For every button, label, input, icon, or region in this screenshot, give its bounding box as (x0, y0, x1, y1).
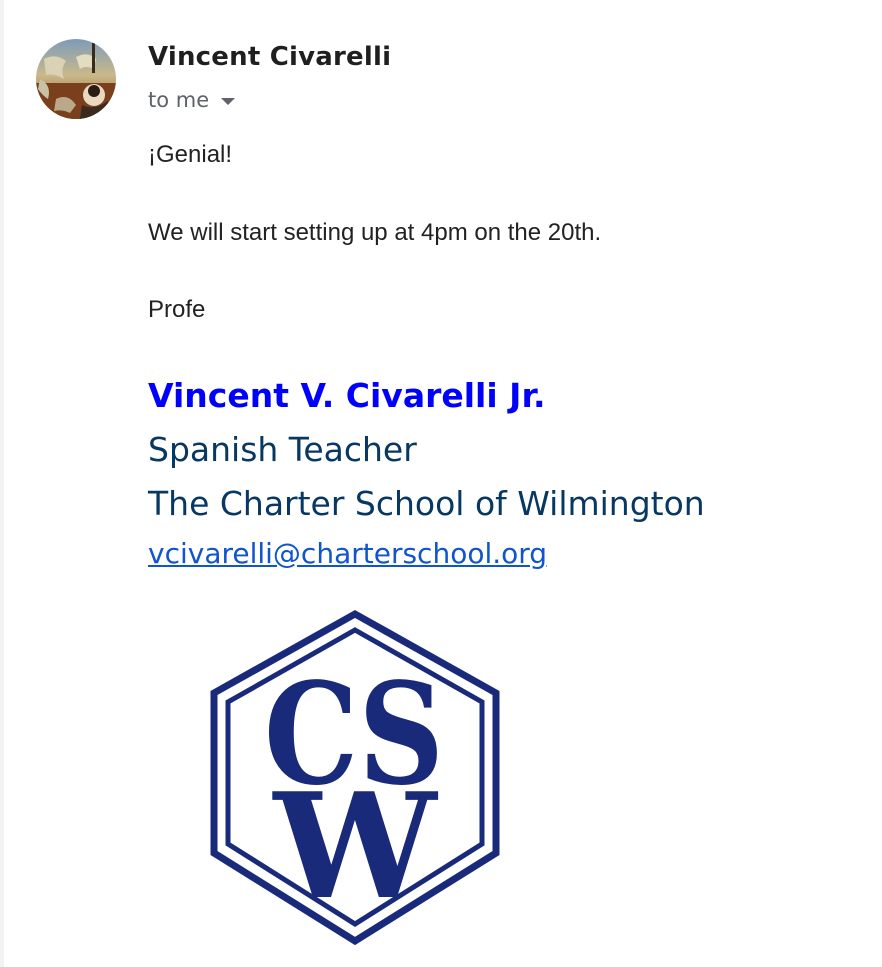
sender-name: Vincent Civarelli (148, 42, 392, 72)
school-logo-image: CS W (210, 609, 500, 946)
signature-email-link[interactable]: vcivarelli@charterschool.org (148, 537, 547, 570)
sender-avatar[interactable] (36, 39, 116, 119)
signature-school: The Charter School of Wilmington (148, 484, 705, 523)
recipient-details-toggle[interactable]: to me (148, 86, 236, 114)
signature-title: Spanish Teacher (148, 430, 417, 469)
chevron-down-icon[interactable] (221, 97, 236, 105)
message-body: We will start setting up at 4pm on the 2… (148, 219, 602, 246)
avatar-image (36, 39, 116, 119)
recipient-label: to me (148, 88, 210, 112)
logo-letter-bottom: W (272, 762, 439, 932)
message-greeting: ¡Genial! (148, 141, 233, 168)
school-logo: CS W (150, 592, 560, 967)
signature-name: Vincent V. Civarelli Jr. (148, 376, 546, 415)
pane-edge (0, 0, 4, 967)
message-signoff: Profe (148, 296, 206, 323)
